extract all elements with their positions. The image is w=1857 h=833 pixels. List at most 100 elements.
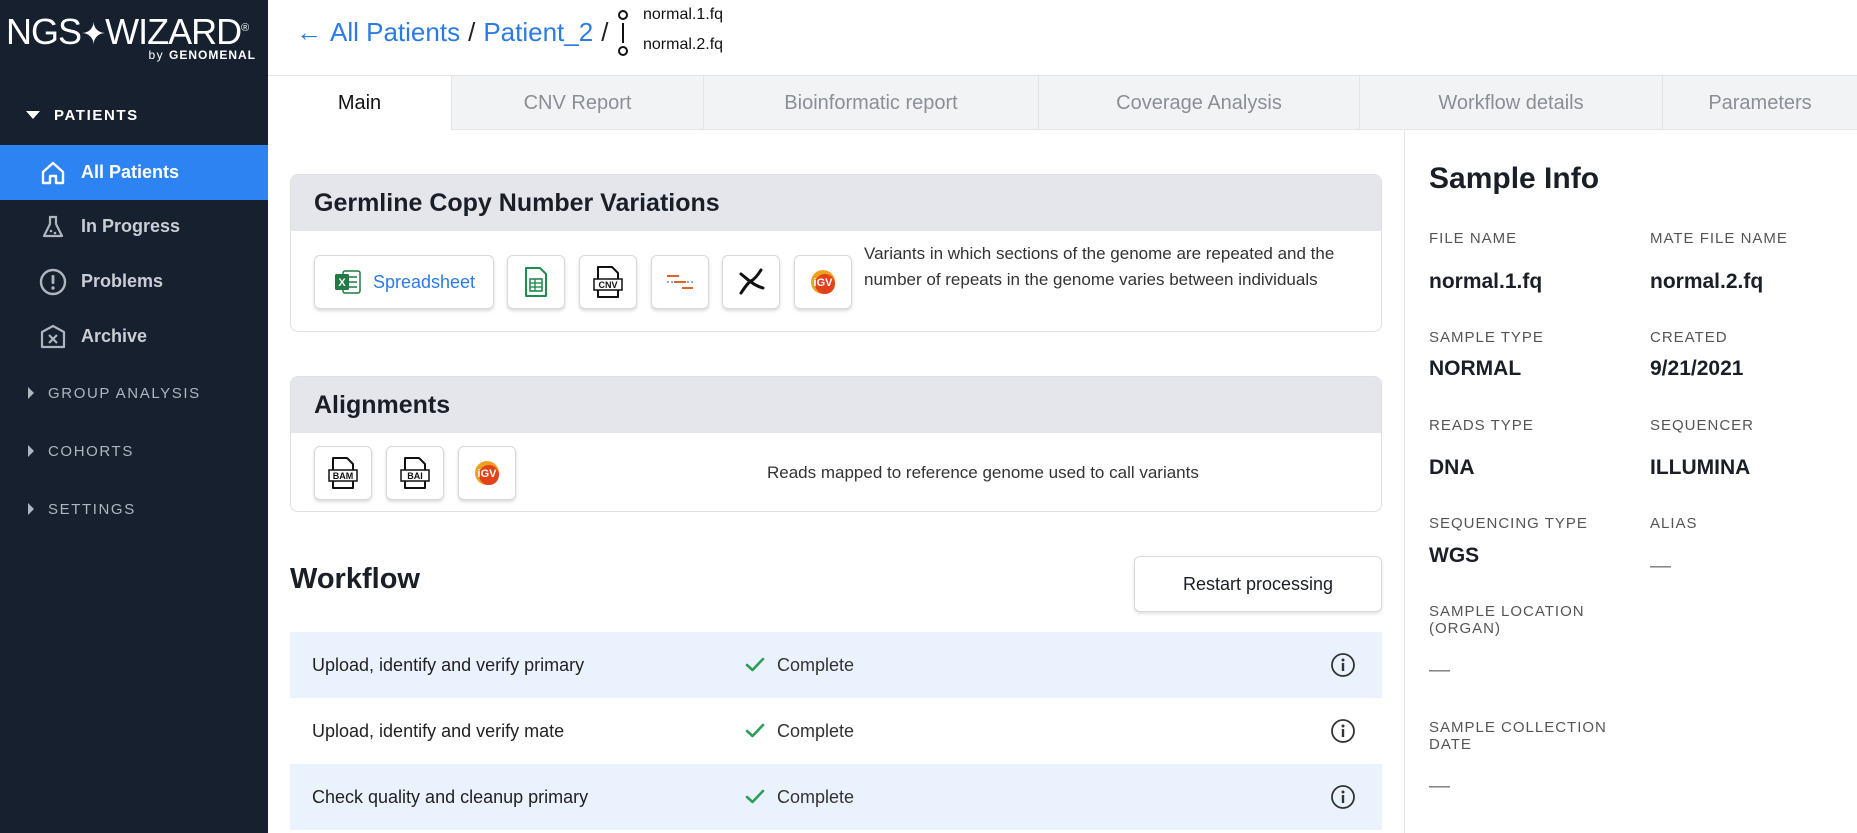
check-icon xyxy=(745,723,765,738)
file-primary: normal.1.fq xyxy=(643,6,724,23)
archive-icon xyxy=(38,322,68,352)
sample-location-value: — xyxy=(1429,658,1450,681)
svg-text:X: X xyxy=(338,277,346,289)
bam-icon-text: BAM xyxy=(333,471,354,481)
mate-file-name-label: MATE FILE NAME xyxy=(1650,230,1788,247)
paired-files: normal.1.fq normal.2.fq xyxy=(617,4,757,60)
info-icon[interactable] xyxy=(1330,652,1356,678)
bam-file-icon: BAM xyxy=(328,457,358,489)
sequencing-type-value: WGS xyxy=(1429,544,1480,567)
workflow-row: Upload, identify and verify primary Comp… xyxy=(290,632,1382,698)
bai-file-icon: BAI xyxy=(400,457,430,489)
sidebar-item-archive[interactable]: Archive xyxy=(0,309,268,364)
caret-right-icon xyxy=(28,445,34,457)
segments-icon xyxy=(667,275,693,289)
restart-processing-button[interactable]: Restart processing xyxy=(1134,556,1382,612)
sidebar-item-label: Archive xyxy=(81,326,148,346)
reads-type-value: DNA xyxy=(1429,456,1475,479)
cnv-file-icon: CNV xyxy=(593,266,623,298)
breadcrumb-patient[interactable]: Patient_2 xyxy=(483,17,593,48)
bam-button[interactable]: BAM xyxy=(314,446,372,500)
logo-star-icon: ✦ xyxy=(81,18,106,51)
info-icon[interactable] xyxy=(1330,784,1356,810)
nav-section-label: COHORTS xyxy=(48,442,134,460)
file-pair-icon xyxy=(618,10,628,56)
nav-section-label: PATIENTS xyxy=(54,106,139,124)
bai-button[interactable]: BAI xyxy=(386,446,444,500)
logo-registered: ® xyxy=(241,22,249,34)
file-name-label: FILE NAME xyxy=(1429,230,1518,247)
workflow-step-status: Complete xyxy=(745,721,854,742)
check-icon xyxy=(745,789,765,804)
spreadsheet-button[interactable]: X Spreadsheet xyxy=(314,255,494,309)
logo-subtitle: by GENOMENAL xyxy=(148,48,256,62)
alignments-panel: Alignments BAM BAI iGV Reads mapped to r… xyxy=(290,376,1382,512)
igv-button[interactable]: iGV xyxy=(794,255,852,309)
sequencer-label: SEQUENCER xyxy=(1650,417,1755,434)
sample-info-title: Sample Info xyxy=(1429,162,1600,195)
logo[interactable]: NGS✦WIZARD® by GENOMENAL xyxy=(6,8,256,63)
tab-parameters[interactable]: Parameters xyxy=(1663,76,1857,130)
back-arrow-icon[interactable]: ← xyxy=(296,17,322,48)
tab-bioinformatic-report[interactable]: Bioinformatic report xyxy=(704,76,1039,130)
sample-collection-label: SAMPLE COLLECTION DATE xyxy=(1429,719,1607,753)
alias-label: ALIAS xyxy=(1650,515,1698,532)
workflow-title: Workflow xyxy=(290,563,420,595)
workflow-row: Check quality and cleanup primary Comple… xyxy=(290,764,1382,830)
breadcrumb: ← All Patients / Patient_2 / xyxy=(296,14,616,50)
created-label: CREATED xyxy=(1650,329,1728,346)
breadcrumb-separator: / xyxy=(468,16,476,47)
nav-section-label: GROUP ANALYSIS xyxy=(48,384,201,402)
status-label: Complete xyxy=(777,654,855,675)
segments-button[interactable] xyxy=(651,255,709,309)
home-icon xyxy=(38,158,68,188)
spreadsheet-label: Spreadsheet xyxy=(372,271,476,292)
status-label: Complete xyxy=(777,786,855,807)
chromosome-icon xyxy=(739,268,765,295)
tab-main[interactable]: Main xyxy=(268,76,452,130)
cnv-file-button[interactable]: CNV xyxy=(579,255,637,309)
file-mate: normal.2.fq xyxy=(643,36,724,53)
sidebar-item-all-patients[interactable]: All Patients xyxy=(0,145,268,200)
nav-section-patients[interactable]: PATIENTS xyxy=(0,95,268,135)
caret-right-icon xyxy=(28,387,34,399)
alignments-description: Reads mapped to reference genome used to… xyxy=(767,463,1199,482)
logo-wizard: WIZARD xyxy=(105,11,242,52)
tab-coverage-analysis[interactable]: Coverage Analysis xyxy=(1039,76,1360,130)
sheet-icon xyxy=(525,267,547,297)
alias-value: — xyxy=(1650,554,1671,577)
logo-brand: GENOMENAL xyxy=(169,48,256,62)
nav-section-settings[interactable]: SETTINGS xyxy=(0,489,268,529)
igv-icon: iGV xyxy=(475,461,499,485)
sidebar-item-problems[interactable]: Problems xyxy=(0,254,268,309)
logo-by: by xyxy=(148,48,169,62)
sheet-button[interactable] xyxy=(507,255,565,309)
sample-info-panel: Sample Info FILE NAME normal.1.fq MATE F… xyxy=(1404,130,1857,833)
breadcrumb-separator: / xyxy=(601,16,609,47)
caret-right-icon xyxy=(28,503,34,515)
logo-ngs: NGS xyxy=(6,11,82,52)
sidebar-item-label: In Progress xyxy=(81,216,181,236)
flask-icon xyxy=(38,212,68,242)
sample-collection-value: — xyxy=(1429,774,1450,797)
sidebar-item-label: Problems xyxy=(81,271,164,291)
nav-section-group-analysis[interactable]: GROUP ANALYSIS xyxy=(0,373,268,413)
workflow-row: Upload, identify and verify mate Complet… xyxy=(290,698,1382,764)
sequencing-type-label: SEQUENCING TYPE xyxy=(1429,515,1588,532)
chromosome-button[interactable] xyxy=(722,255,780,309)
breadcrumb-all-patients[interactable]: All Patients xyxy=(330,17,460,48)
tab-cnv-report[interactable]: CNV Report xyxy=(452,76,704,130)
cnv-icon-text: CNV xyxy=(598,280,617,290)
cnv-description: Variants in which sections of the genome… xyxy=(864,244,1335,289)
tab-workflow-details[interactable]: Workflow details xyxy=(1360,76,1663,130)
workflow-step-name: Upload, identify and verify mate xyxy=(312,720,565,741)
sidebar-item-in-progress[interactable]: In Progress xyxy=(0,199,268,254)
igv-alignments-button[interactable]: iGV xyxy=(458,446,516,500)
check-icon xyxy=(745,657,765,672)
nav-section-cohorts[interactable]: COHORTS xyxy=(0,431,268,471)
info-icon[interactable] xyxy=(1330,718,1356,744)
cnv-panel: Germline Copy Number Variations X Spread… xyxy=(290,174,1382,332)
workflow-step-name: Check quality and cleanup primary xyxy=(312,786,589,807)
alignments-panel-title: Alignments xyxy=(291,377,1381,433)
nav-section-label: SETTINGS xyxy=(48,500,136,518)
